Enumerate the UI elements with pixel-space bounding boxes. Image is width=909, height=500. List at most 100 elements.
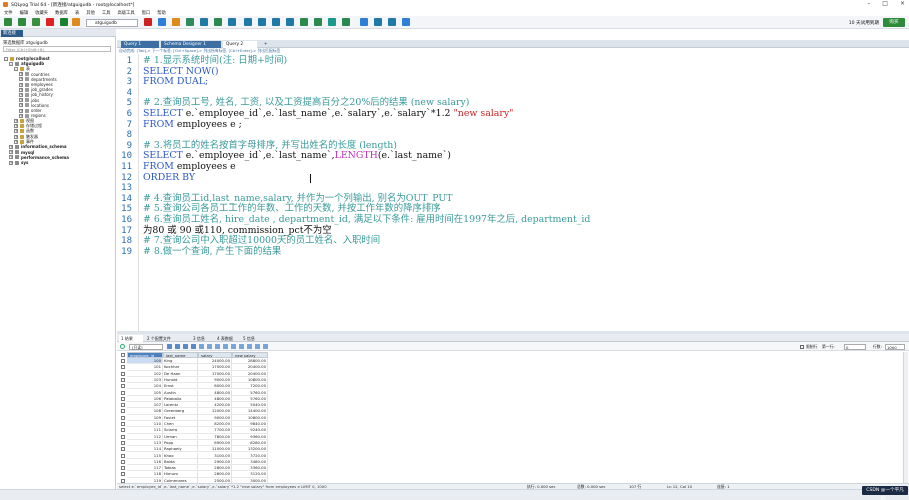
toolbar-button-22[interactable] (374, 18, 382, 26)
expand-icon[interactable]: + (19, 77, 23, 82)
row-checkbox[interactable] (121, 396, 125, 401)
result-tool-icon-6[interactable] (215, 344, 220, 349)
toolbar-button-5[interactable] (72, 18, 80, 26)
menu-item-0[interactable]: 文件 (4, 10, 13, 16)
menu-item-8[interactable]: 窗口 (142, 10, 151, 16)
tab-query-1[interactable]: Schema Designer 1 (161, 41, 221, 48)
toolbar-button-8[interactable] (172, 18, 180, 26)
result-tool-icon-11[interactable] (255, 344, 260, 349)
result-tool-icon-9[interactable] (239, 344, 244, 349)
tree-item[interactable]: + sys (9, 160, 28, 165)
row-checkbox[interactable] (121, 365, 125, 370)
toolbar-button-11[interactable] (214, 18, 222, 26)
toolbar-button-15[interactable] (272, 18, 280, 26)
row-checkbox[interactable] (121, 466, 125, 471)
toolbar-button-6[interactable] (144, 18, 152, 26)
row-checkbox[interactable] (121, 384, 125, 389)
toolbar-button-16[interactable] (286, 18, 294, 26)
result-tab-3[interactable]: 4 表数据 (215, 335, 239, 342)
expand-icon[interactable]: + (9, 144, 13, 149)
toolbar-button-2[interactable] (32, 18, 40, 26)
toolbar-button-13[interactable] (244, 18, 252, 26)
toolbar-button-12[interactable] (228, 18, 236, 26)
expand-icon[interactable]: + (14, 139, 18, 144)
toolbar-button-19[interactable] (328, 18, 336, 26)
result-tab-0[interactable]: 1 结果 (119, 335, 143, 342)
row-checkbox[interactable] (121, 390, 125, 395)
row-checkbox[interactable] (121, 371, 125, 376)
row-checkbox[interactable] (121, 434, 125, 439)
result-tool-icon-1[interactable] (175, 344, 180, 349)
minimize-icon[interactable]: – (867, 0, 870, 7)
toolbar-button-10[interactable] (200, 18, 208, 26)
result-tool-icon-12[interactable] (263, 344, 268, 349)
collapse-icon[interactable]: - (4, 56, 8, 61)
expand-icon[interactable]: + (9, 150, 13, 155)
collapse-icon[interactable]: - (9, 61, 13, 66)
close-icon[interactable]: × (900, 0, 905, 7)
expand-icon[interactable]: + (19, 87, 23, 92)
expand-icon[interactable]: + (19, 82, 23, 87)
first-row-input[interactable]: 0 (844, 343, 866, 350)
readonly-select[interactable]: (只读) (129, 343, 163, 350)
row-checkbox[interactable] (121, 428, 125, 433)
menu-item-5[interactable]: 其他 (86, 10, 95, 16)
limit-checkbox[interactable] (800, 344, 804, 349)
toolbar-button-0[interactable] (4, 18, 12, 26)
row-checkbox[interactable] (121, 415, 125, 420)
row-checkbox[interactable] (121, 472, 125, 477)
expand-icon[interactable]: + (19, 103, 23, 108)
expand-icon[interactable]: + (9, 155, 13, 160)
sql-editor[interactable]: 1 2 3 4 5 6 7 8 9 10 11 12 13 14 15 16 17 18 19 # 1.显示系统时间… (117, 54, 909, 331)
expand-icon[interactable]: + (14, 118, 18, 123)
result-tool-icon-4[interactable] (199, 344, 204, 349)
result-tool-icon-2[interactable] (183, 344, 188, 349)
expand-icon[interactable]: + (19, 72, 23, 77)
row-checkbox[interactable] (121, 453, 125, 458)
expand-icon[interactable]: + (14, 129, 18, 134)
row-checkbox[interactable] (121, 459, 125, 464)
result-tool-icon-10[interactable] (247, 344, 252, 349)
result-tab-4[interactable]: 5 信息 (241, 335, 263, 342)
result-tool-icon-3[interactable] (191, 344, 196, 349)
row-checkbox[interactable] (121, 409, 125, 414)
toolbar-button-18[interactable] (314, 18, 322, 26)
row-checkbox[interactable] (121, 422, 125, 426)
toolbar-button-20[interactable] (342, 18, 350, 26)
row-checkbox[interactable] (121, 359, 125, 363)
collapse-icon[interactable]: - (14, 66, 18, 71)
toolbar-button-9[interactable] (186, 18, 194, 26)
toolbar-button-17[interactable] (300, 18, 308, 26)
menu-item-4[interactable]: 表 (75, 10, 79, 16)
row-checkbox[interactable] (121, 440, 125, 445)
expand-icon[interactable]: + (9, 160, 13, 165)
tab-query-2[interactable]: Query 2 (223, 41, 257, 48)
refresh-icon[interactable] (120, 344, 125, 349)
rows-input[interactable]: 1000 (885, 343, 905, 350)
expand-icon[interactable]: + (14, 124, 18, 129)
toolbar-button-14[interactable] (258, 18, 266, 26)
result-tool-icon-8[interactable] (231, 344, 236, 349)
result-tool-icon-7[interactable] (223, 344, 228, 349)
result-tab-1[interactable]: 2 个配置文件 (145, 335, 189, 342)
expand-icon[interactable]: + (19, 92, 23, 97)
toolbar-button-23[interactable] (388, 18, 396, 26)
expand-icon[interactable]: + (19, 98, 23, 103)
menu-item-6[interactable]: 工具 (102, 10, 111, 16)
select-all-checkbox[interactable] (121, 353, 125, 357)
menu-item-2[interactable]: 收藏夹 (35, 10, 48, 16)
result-tab-2[interactable]: 3 信息 (191, 335, 213, 342)
menu-item-9[interactable]: 帮助 (157, 10, 166, 16)
expand-icon[interactable]: + (14, 134, 18, 139)
row-checkbox[interactable] (121, 377, 125, 382)
tab-query-0[interactable]: Query 1 (121, 41, 159, 48)
filter-input[interactable]: Filter (Ctrl+Shift+B) (3, 46, 111, 52)
toolbar-button-7[interactable] (158, 18, 166, 26)
menu-item-7[interactable]: 高级工具 (117, 10, 134, 16)
toolbar-button-24[interactable] (402, 18, 410, 26)
buy-button[interactable]: 购买 (883, 17, 905, 27)
connection-tab[interactable]: 新连接 (1, 30, 23, 37)
expand-icon[interactable]: + (19, 113, 23, 118)
menu-item-3[interactable]: 数据库 (55, 10, 68, 16)
toolbar-button-1[interactable] (18, 18, 26, 26)
